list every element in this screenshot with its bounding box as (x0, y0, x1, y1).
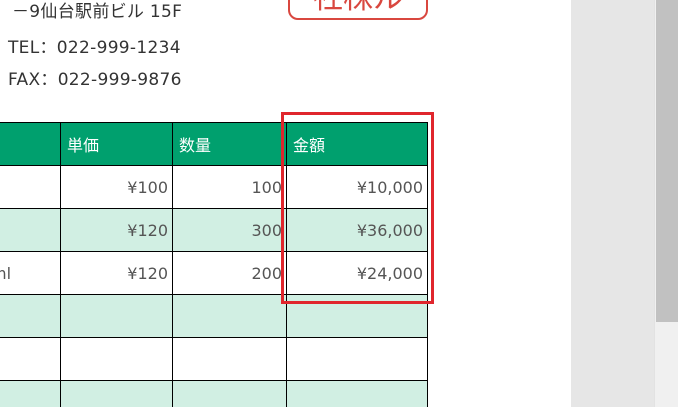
cell-quantity[interactable]: 200 (172, 251, 287, 295)
cell-unit-price[interactable]: ¥100 (60, 165, 173, 209)
cell-quantity[interactable]: 300 (172, 208, 287, 252)
column-header-item[interactable] (0, 122, 61, 166)
cell-item[interactable] (0, 337, 61, 381)
company-seal-stamp: 社株ル (288, 0, 428, 20)
cell-item[interactable]: ml (0, 251, 61, 295)
cell-amount[interactable]: ¥24,000 (286, 251, 428, 295)
page-margin-background (571, 0, 654, 407)
column-header-unit-price[interactable]: 単価 (60, 122, 173, 166)
cell-amount[interactable] (286, 380, 428, 407)
cell-amount[interactable] (286, 294, 428, 338)
cell-quantity[interactable] (172, 337, 287, 381)
cell-unit-price[interactable] (60, 294, 173, 338)
phone-number: TEL：022-999-1234 (8, 38, 181, 58)
fax-number: FAX：022-999-9876 (8, 70, 182, 90)
cell-item[interactable] (0, 208, 61, 252)
cell-unit-price[interactable]: ¥120 (60, 208, 173, 252)
table-row (0, 337, 428, 381)
table-header-row: 単価 数量 金額 (0, 122, 428, 166)
cell-item[interactable] (0, 165, 61, 209)
column-header-quantity[interactable]: 数量 (172, 122, 287, 166)
table-row (0, 294, 428, 338)
cell-quantity[interactable] (172, 294, 287, 338)
document-page: －9仙台駅前ビル 15F TEL：022-999-1234 FAX：022-99… (0, 0, 571, 407)
cell-amount[interactable] (286, 337, 428, 381)
address-line: －9仙台駅前ビル 15F (12, 2, 183, 22)
table-row (0, 380, 428, 407)
table-row: ¥120 300 ¥36,000 (0, 208, 428, 252)
cell-unit-price[interactable] (60, 337, 173, 381)
cell-unit-price[interactable] (60, 380, 173, 407)
cell-item[interactable] (0, 380, 61, 407)
cell-amount[interactable]: ¥10,000 (286, 165, 428, 209)
invoice-table: 単価 数量 金額 ¥100 100 ¥10,000 ¥120 300 ¥36,0… (0, 122, 428, 407)
cell-amount[interactable]: ¥36,000 (286, 208, 428, 252)
cell-quantity[interactable] (172, 380, 287, 407)
vertical-scrollbar-thumb[interactable] (656, 0, 678, 322)
table-row: ml ¥120 200 ¥24,000 (0, 251, 428, 295)
seal-text: 社株ル (313, 0, 403, 16)
cell-quantity[interactable]: 100 (172, 165, 287, 209)
cell-item[interactable] (0, 294, 61, 338)
table-row: ¥100 100 ¥10,000 (0, 165, 428, 209)
cell-unit-price[interactable]: ¥120 (60, 251, 173, 295)
column-header-amount[interactable]: 金額 (286, 122, 428, 166)
